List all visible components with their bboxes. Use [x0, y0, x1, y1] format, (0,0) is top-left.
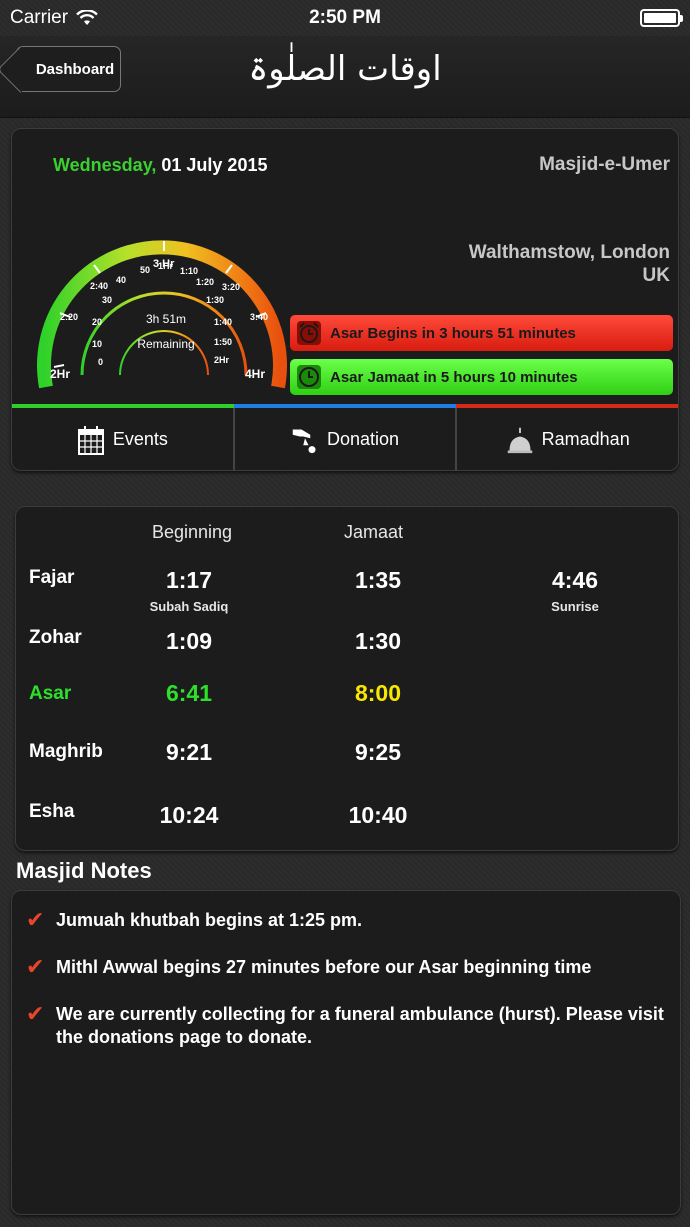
gauge-label-220: 2:20 — [60, 312, 78, 322]
fajar-begin-time: 1:17 — [165, 567, 213, 593]
gauge-label-240: 2:40 — [90, 281, 108, 291]
clock-icon — [297, 365, 321, 389]
fajar-jamaat-time: 1:35 — [354, 567, 402, 593]
esha-jamaat-time: 10:40 — [348, 802, 408, 828]
sunrise-time: 4:46 — [551, 567, 599, 593]
gauge-label-2hr: 2Hr — [50, 367, 70, 381]
tab-ramadhan[interactable]: Ramadhan — [457, 408, 678, 471]
asar-jamaat-alert: Asar Jamaat in 5 hours 10 minutes — [290, 359, 673, 395]
tab-ramadhan-label: Ramadhan — [541, 429, 630, 449]
gauge-mid-label-130: 1:30 — [206, 295, 224, 305]
gauge-mid-label-50: 50 — [140, 265, 150, 275]
tab-row: Events Donation Ramadhan — [12, 408, 678, 471]
tab-donation-label: Donation — [326, 429, 400, 449]
carrier-label: Carrier — [10, 7, 69, 28]
tab-events[interactable]: Events — [12, 408, 235, 471]
mosque-dome-icon — [507, 427, 532, 453]
prayer-name-fajar: Fajar — [29, 567, 75, 588]
note-item: ✔ Jumuah khutbah begins at 1:25 pm. — [26, 909, 666, 932]
prayer-name-zohar: Zohar — [29, 627, 82, 648]
gauge-remaining-label: Remaining — [137, 337, 194, 351]
gauge-mid-label-120: 1:20 — [196, 277, 214, 287]
date-text: 01 July 2015 — [161, 155, 268, 175]
masjid-name: Masjid-e-Umer — [539, 154, 670, 175]
current-date: Wednesday, 01 July 2015 — [53, 155, 267, 176]
gauge-mid-label-150: 1:50 — [214, 337, 232, 347]
note-text: Mithl Awwal begins 27 minutes before our… — [56, 957, 592, 977]
asar-begin-time: 6:41 — [165, 680, 213, 706]
gauge-label-320: 3:20 — [222, 282, 240, 292]
prayer-name-maghrib: Maghrib — [29, 741, 103, 762]
alarm-clock-icon — [297, 321, 321, 345]
gauge-mid-label-2hr: 2Hr — [214, 355, 230, 365]
zohar-jamaat-time: 1:30 — [354, 628, 402, 654]
asar-jamaat-time: 8:00 — [354, 680, 402, 706]
beginning-header: Beginning — [152, 522, 233, 542]
gauge-mid-label-30: 30 — [102, 295, 112, 305]
note-text: We are currently collecting for a funera… — [56, 1004, 664, 1047]
location-country: UK — [642, 265, 670, 286]
prayer-times-card: Beginning Jamaat Fajar 1:17 Subah Sadiq … — [15, 506, 679, 851]
day-of-week: Wednesday, — [53, 155, 157, 175]
notes-title: Masjid Notes — [16, 858, 152, 883]
zohar-begin-time: 1:09 — [165, 628, 213, 654]
location-city: Walthamstow, London — [468, 242, 670, 263]
gauge-remaining-time: 3h 51m — [146, 312, 186, 326]
asar-begins-text: Asar Begins in 3 hours 51 minutes — [330, 324, 576, 342]
sunrise-label: Sunrise — [551, 599, 599, 614]
wifi-icon — [76, 10, 98, 25]
checkmark-icon: ✔ — [26, 907, 45, 932]
tab-donation[interactable]: Donation — [235, 408, 458, 471]
back-button-label: Dashboard — [35, 60, 115, 78]
gauge-mid-label-20: 20 — [92, 317, 102, 327]
asar-jamaat-text: Asar Jamaat in 5 hours 10 minutes — [330, 368, 578, 386]
tab-events-label: Events — [112, 429, 168, 449]
battery-icon — [640, 9, 683, 27]
status-bar: Carrier 2:50 PM — [0, 0, 690, 36]
gauge-mid-label-110: 1:10 — [180, 266, 198, 276]
gauge-mid-label-40: 40 — [116, 275, 126, 285]
notes-card: ✔ Jumuah khutbah begins at 1:25 pm. ✔ Mi… — [11, 890, 681, 1215]
donation-hand-icon — [292, 429, 316, 453]
calendar-icon — [77, 425, 104, 455]
gauge-label-4hr: 4Hr — [245, 367, 265, 381]
gauge-mid-label-1hr: 1Hr — [158, 261, 174, 271]
maghrib-jamaat-time: 9:25 — [354, 739, 402, 765]
gauge-mid-label-140: 1:40 — [214, 317, 232, 327]
status-left: Carrier — [10, 7, 98, 29]
checkmark-icon: ✔ — [26, 954, 45, 979]
gauge-mid-label-0: 0 — [98, 357, 103, 367]
jamaat-header: Jamaat — [344, 522, 404, 542]
gauge-mid-label-10: 10 — [92, 339, 102, 349]
note-text: Jumuah khutbah begins at 1:25 pm. — [56, 910, 363, 930]
note-item: ✔ We are currently collecting for a fune… — [26, 1003, 666, 1049]
gauge-label-340: 3:40 — [250, 312, 268, 322]
esha-begin-time: 10:24 — [159, 802, 219, 828]
fajar-begin-sub: Subah Sadiq — [149, 599, 229, 614]
asar-begins-alert: Asar Begins in 3 hours 51 minutes — [290, 315, 673, 351]
navigation-bar: Dashboard اوقات الصلٰوۃ — [0, 36, 690, 118]
note-item: ✔ Mithl Awwal begins 27 minutes before o… — [26, 956, 666, 979]
maghrib-begin-time: 9:21 — [165, 739, 213, 765]
prayer-name-esha: Esha — [29, 801, 75, 822]
status-time: 2:50 PM — [309, 7, 381, 28]
checkmark-icon: ✔ — [26, 1001, 45, 1026]
masjid-location: Walthamstow, London UK — [469, 241, 670, 287]
countdown-gauge: 2Hr 2:20 2:40 3 Hr 3:20 3:40 4Hr 0 10 20… — [37, 240, 287, 389]
prayer-name-asar: Asar — [29, 683, 72, 704]
countdown-card: Wednesday, 01 July 2015 Masjid-e-Umer Wa… — [11, 128, 679, 471]
